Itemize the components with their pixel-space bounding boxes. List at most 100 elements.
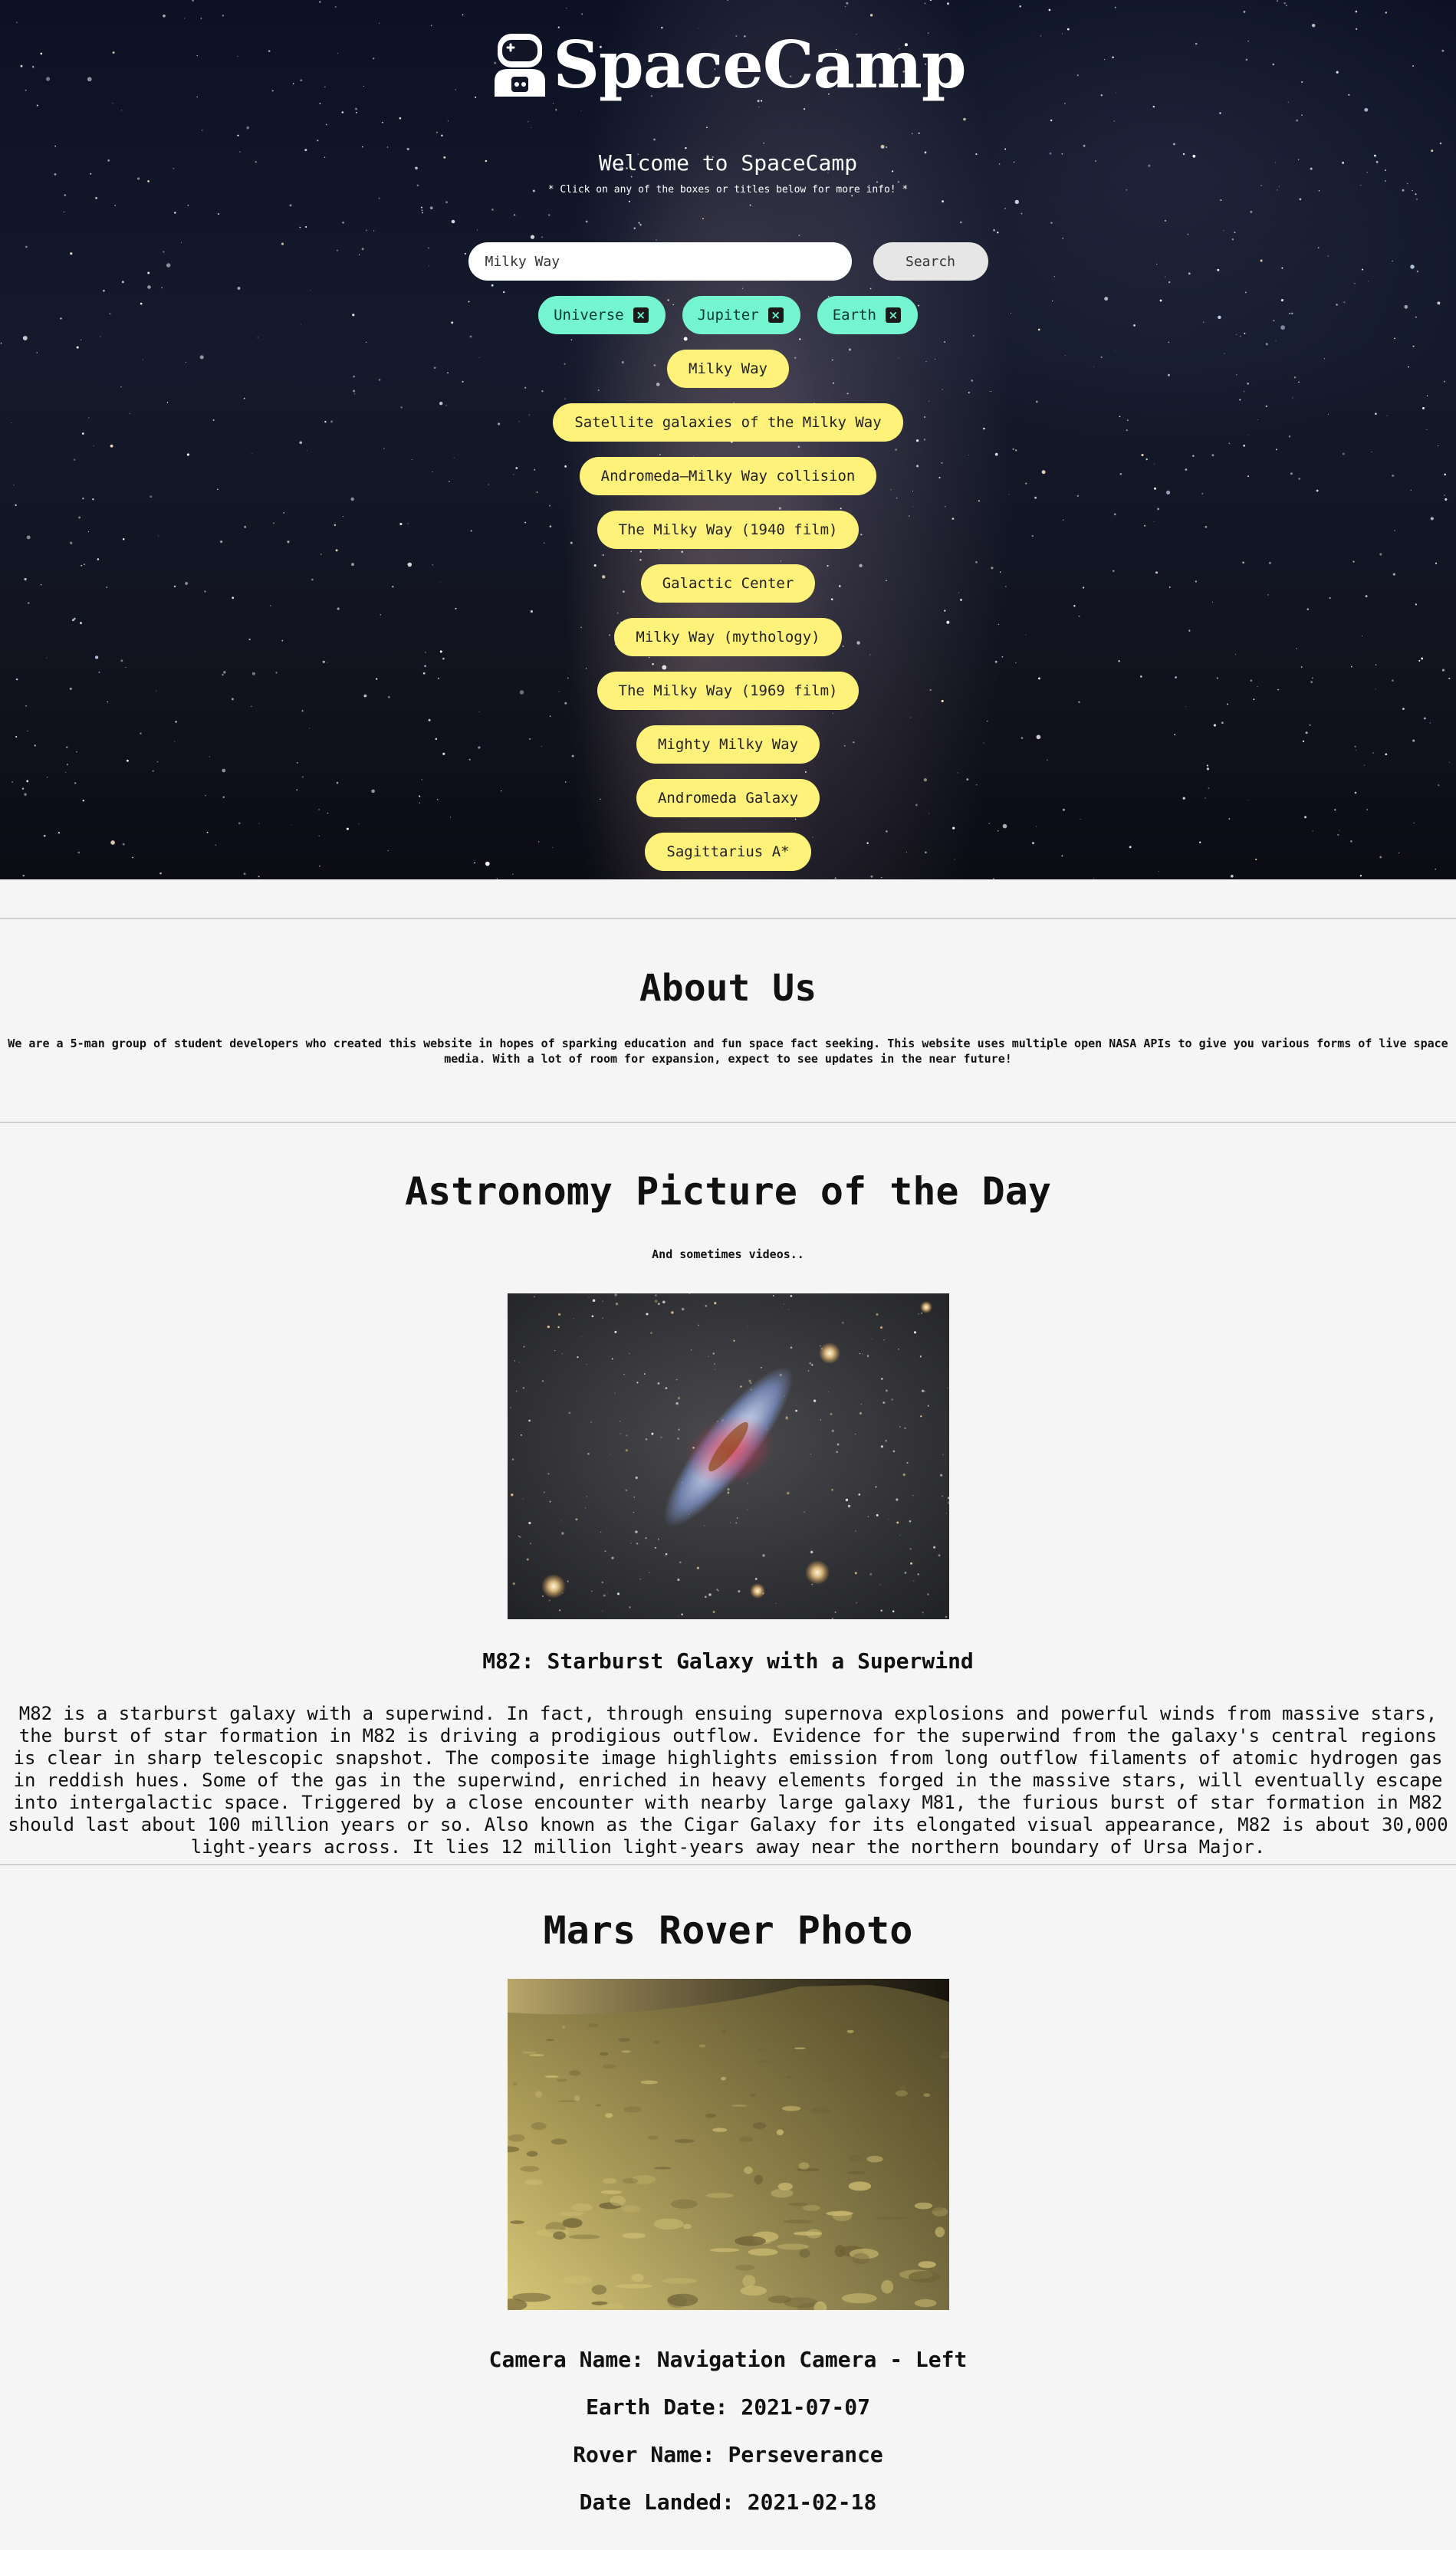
star — [1168, 281, 1171, 284]
rock — [776, 2129, 784, 2136]
about-text-line: We are a 5-man group of student develope… — [8, 1037, 1448, 1050]
apod-image[interactable] — [507, 1293, 949, 1619]
star — [932, 1546, 935, 1549]
star — [361, 146, 363, 148]
star — [625, 1434, 627, 1437]
star — [547, 1325, 550, 1329]
star — [509, 1407, 511, 1408]
star — [855, 1602, 857, 1604]
star — [774, 1602, 776, 1604]
star — [541, 1595, 544, 1597]
star — [289, 204, 292, 207]
star — [1220, 199, 1222, 202]
star — [727, 0, 729, 1]
star — [614, 1392, 616, 1394]
star — [510, 1494, 513, 1497]
search-button[interactable]: Search — [873, 242, 988, 281]
result-item[interactable]: Mighty Milky Way — [636, 725, 820, 764]
star — [946, 2, 950, 5]
star — [895, 1498, 898, 1501]
star — [560, 1532, 564, 1535]
mars-rover-name: Rover Name: Perseverance — [573, 2442, 883, 2467]
star — [518, 1535, 520, 1537]
star — [807, 1370, 809, 1372]
star — [808, 1362, 811, 1365]
star — [903, 1427, 906, 1430]
star — [1277, 0, 1278, 2]
rock — [630, 2273, 644, 2282]
star — [924, 2, 926, 5]
star — [319, 103, 321, 104]
rock — [521, 2051, 536, 2054]
rock — [561, 2276, 593, 2285]
welcome-heading: Welcome to SpaceCamp — [598, 150, 858, 176]
star — [654, 1546, 656, 1549]
star — [586, 1496, 587, 1497]
star — [580, 110, 582, 112]
star — [680, 1613, 683, 1615]
result-item[interactable]: The Milky Way (1969 film) — [597, 672, 859, 710]
star — [1356, 28, 1358, 30]
star — [644, 1537, 647, 1540]
star — [445, 201, 448, 204]
result-item[interactable]: Milky Way (mythology) — [614, 618, 842, 656]
star — [1064, 103, 1066, 104]
rock — [796, 2167, 820, 2172]
star — [834, 1611, 836, 1613]
star — [1187, 233, 1189, 235]
history-chip[interactable]: Universe × — [538, 296, 666, 334]
history-chip[interactable]: Earth × — [817, 296, 918, 334]
star — [422, 212, 423, 214]
star — [1234, 232, 1236, 234]
x-square-icon[interactable]: × — [767, 307, 784, 323]
rock — [526, 2151, 537, 2157]
rock — [798, 2162, 809, 2170]
star — [639, 223, 642, 226]
result-item[interactable]: Milky Way — [667, 350, 789, 388]
star — [526, 1558, 529, 1561]
star — [341, 111, 344, 113]
star — [739, 1385, 742, 1388]
star — [548, 1599, 551, 1602]
search-history: Universe × Jupiter × Earth × — [0, 296, 1456, 334]
result-item[interactable]: Satellite galaxies of the Milky Way — [553, 403, 903, 442]
logo-text: SpaceCamp — [553, 27, 966, 103]
star — [857, 1493, 860, 1496]
rock — [822, 2077, 836, 2083]
star — [1014, 199, 1019, 205]
rock — [523, 2262, 535, 2271]
result-item[interactable]: The Milky Way (1940 film) — [597, 511, 859, 549]
mars-rover-image[interactable] — [507, 1979, 949, 2310]
search-input[interactable] — [468, 242, 852, 281]
rock — [917, 2261, 936, 2269]
star — [920, 1312, 922, 1314]
star — [591, 1315, 593, 1318]
x-square-icon[interactable]: × — [885, 307, 901, 323]
star — [600, 1581, 603, 1584]
apod-title[interactable]: Astronomy Picture of the Day — [0, 1123, 1456, 1214]
star — [885, 1440, 887, 1442]
star — [926, 1593, 929, 1595]
star — [665, 1387, 667, 1389]
star — [662, 1300, 666, 1304]
apod-explanation: M82 is a starburst galaxy with a superwi… — [8, 1703, 1448, 1858]
star — [451, 219, 455, 224]
mars-title[interactable]: Mars Rover Photo — [0, 1865, 1456, 1953]
result-item[interactable]: Andromeda–Milky Way collision — [579, 457, 877, 495]
result-item[interactable]: Galactic Center — [640, 564, 816, 603]
x-square-icon[interactable]: × — [633, 307, 649, 323]
result-item[interactable]: Sagittarius A* — [645, 833, 811, 871]
star — [611, 1358, 613, 1360]
history-chip[interactable]: Jupiter × — [682, 296, 800, 334]
star — [558, 1609, 560, 1612]
about-title[interactable]: About Us — [0, 919, 1456, 1010]
star — [798, 235, 800, 237]
star — [697, 1324, 699, 1326]
star — [76, 346, 79, 349]
star — [1412, 345, 1415, 347]
star — [892, 1610, 894, 1612]
site-logo[interactable]: SpaceCamp — [0, 31, 1456, 100]
rock — [705, 2193, 734, 2198]
result-item[interactable]: Andromeda Galaxy — [636, 779, 820, 817]
rock — [848, 2154, 862, 2162]
